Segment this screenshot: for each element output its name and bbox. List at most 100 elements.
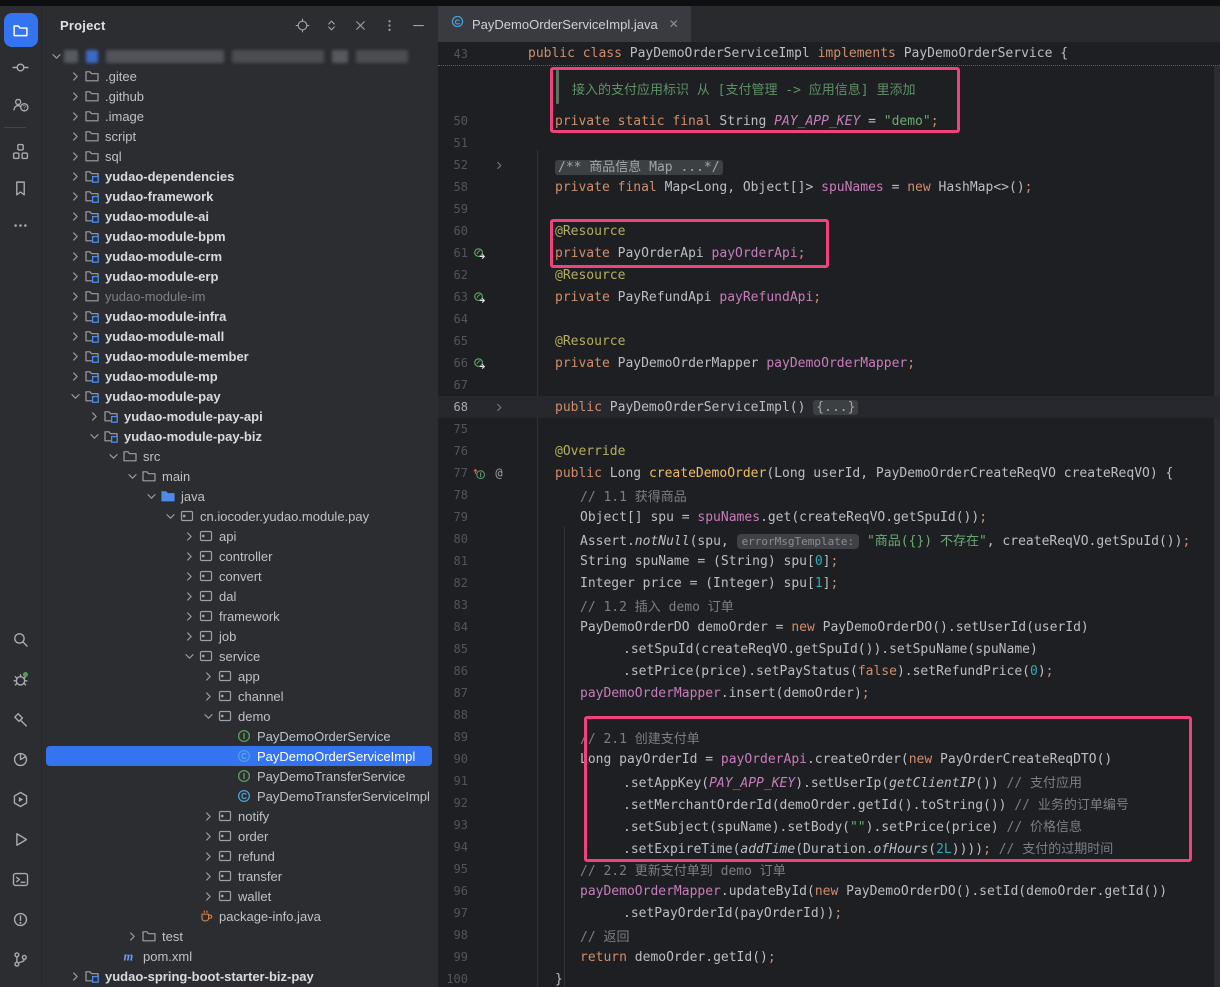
debug-button[interactable] <box>4 662 38 696</box>
tree-item-java[interactable]: java <box>42 486 438 506</box>
tree-item-src[interactable]: src <box>42 446 438 466</box>
chevron-right-icon[interactable] <box>67 188 83 204</box>
tree-item--image[interactable]: .image <box>42 106 438 126</box>
chevron-down-icon[interactable] <box>86 428 102 444</box>
fold-arrow-icon[interactable] <box>490 402 508 413</box>
code-editor[interactable]: 43public class PayDemoOrderServiceImpl i… <box>438 42 1220 987</box>
code-line-92[interactable]: 92.setMerchantOrderId(demoOrder.getId().… <box>438 792 1220 814</box>
commit-button[interactable] <box>4 50 38 84</box>
project-panel-title[interactable]: Project <box>60 18 105 33</box>
chevron-right-icon[interactable] <box>67 148 83 164</box>
chevron-right-icon[interactable] <box>200 688 216 704</box>
chevron-right-icon[interactable] <box>181 608 197 624</box>
close-icon[interactable]: ✕ <box>669 17 679 31</box>
chevron-right-icon[interactable] <box>200 848 216 864</box>
chevron-right-icon[interactable] <box>67 968 83 984</box>
chevron-right-icon[interactable] <box>181 548 197 564</box>
code-line-60[interactable]: 60@Resource <box>438 220 1220 242</box>
chevron-right-icon[interactable] <box>200 808 216 824</box>
tree-item-yudao-module-mall[interactable]: yudao-module-mall <box>42 326 438 346</box>
code-line-52[interactable]: 52/** 商品信息 Map ...*/ <box>438 154 1220 176</box>
chevron-right-icon[interactable] <box>67 248 83 264</box>
tree-item-notify[interactable]: notify <box>42 806 438 826</box>
tree-item-controller[interactable]: controller <box>42 546 438 566</box>
tree-item-transfer[interactable]: transfer <box>42 866 438 886</box>
chevron-right-icon[interactable] <box>67 348 83 364</box>
code-line-95[interactable]: 95// 2.2 更新支付单到 demo 订单 <box>438 858 1220 880</box>
tree-item-paydemotransferserviceimpl[interactable]: CPayDemoTransferServiceImpl <box>42 786 438 806</box>
structure-button[interactable] <box>4 134 38 168</box>
tree-item-yudao-module-mp[interactable]: yudao-module-mp <box>42 366 438 386</box>
chevron-down-icon[interactable] <box>67 388 83 404</box>
chevron-down-icon[interactable] <box>143 488 159 504</box>
tree-item-yudao-module-bpm[interactable]: yudao-module-bpm <box>42 226 438 246</box>
code-line-63[interactable]: 63private PayRefundApi payRefundApi; <box>438 286 1220 308</box>
more-tools-button[interactable] <box>4 208 38 242</box>
bookmarks-button[interactable] <box>4 171 38 205</box>
code-line-66[interactable]: 66private PayDemoOrderMapper payDemoOrde… <box>438 352 1220 374</box>
code-line-94[interactable]: 94.setExpireTime(addTime(Duration.ofHour… <box>438 836 1220 858</box>
tree-item-yudao-module-infra[interactable]: yudao-module-infra <box>42 306 438 326</box>
chevron-down-icon[interactable] <box>124 468 140 484</box>
chevron-right-icon[interactable] <box>67 228 83 244</box>
tree-item-wallet[interactable]: wallet <box>42 886 438 906</box>
code-line-61[interactable]: 61private PayOrderApi payOrderApi; <box>438 242 1220 264</box>
code-line-76[interactable]: 76@Override <box>438 440 1220 462</box>
chevron-right-icon[interactable] <box>67 288 83 304</box>
code-line-91[interactable]: 91.setAppKey(PAY_APP_KEY).setUserIp(getC… <box>438 770 1220 792</box>
tree-item-order[interactable]: order <box>42 826 438 846</box>
tree-item-package-info-java[interactable]: package-info.java <box>42 906 438 926</box>
tree-item-yudao-spring-boot-starter-biz-pay[interactable]: yudao-spring-boot-starter-biz-pay <box>42 966 438 986</box>
code-line-58[interactable]: 58private final Map<Long, Object[]> spuN… <box>438 176 1220 198</box>
code-line-86[interactable]: 86.setPrice(price).setPayStatus(false).s… <box>438 660 1220 682</box>
tree-item-yudao-module-erp[interactable]: yudao-module-erp <box>42 266 438 286</box>
code-line-89[interactable]: 89// 2.1 创建支付单 <box>438 726 1220 748</box>
code-line-67[interactable]: 67 <box>438 374 1220 396</box>
tree-item-pom-xml[interactable]: mpom.xml <box>42 946 438 966</box>
code-line-85[interactable]: 85.setSpuId(createReqVO.getSpuId()).setS… <box>438 638 1220 660</box>
chevron-right-icon[interactable] <box>181 588 197 604</box>
more-vertical-icon[interactable] <box>382 18 397 33</box>
run-button[interactable] <box>4 822 38 856</box>
services-button[interactable] <box>4 782 38 816</box>
tree-item-yudao-module-member[interactable]: yudao-module-member <box>42 346 438 366</box>
chevron-down-icon[interactable] <box>105 448 121 464</box>
code-line-97[interactable]: 97.setPayOrderId(payOrderId)); <box>438 902 1220 924</box>
code-line-83[interactable]: 83// 1.2 插入 demo 订单 <box>438 594 1220 616</box>
tree-item-dal[interactable]: dal <box>42 586 438 606</box>
code-line-87[interactable]: 87payDemoOrderMapper.insert(demoOrder); <box>438 682 1220 704</box>
tree-item-sql[interactable]: sql <box>42 146 438 166</box>
fold-arrow-icon[interactable] <box>490 160 508 171</box>
tree-item-service[interactable]: service <box>42 646 438 666</box>
code-line-64[interactable]: 64 <box>438 308 1220 330</box>
chevron-right-icon[interactable] <box>67 268 83 284</box>
code-line-81[interactable]: 81String spuName = (String) spu[0]; <box>438 550 1220 572</box>
tree-item--github[interactable]: .github <box>42 86 438 106</box>
chevron-right-icon[interactable] <box>67 308 83 324</box>
chevron-right-icon[interactable] <box>67 68 83 84</box>
chevron-right-icon[interactable] <box>86 408 102 424</box>
code-line-77[interactable]: 77I@public Long createDemoOrder(Long use… <box>438 462 1220 484</box>
tree-item-yudao-module-pay-api[interactable]: yudao-module-pay-api <box>42 406 438 426</box>
chevron-right-icon[interactable] <box>67 108 83 124</box>
tree-item-channel[interactable]: channel <box>42 686 438 706</box>
code-line-84[interactable]: 84PayDemoOrderDO demoOrder = new PayDemo… <box>438 616 1220 638</box>
build-button[interactable] <box>4 702 38 736</box>
tree-item-yudao-dependencies[interactable]: yudao-dependencies <box>42 166 438 186</box>
chevron-right-icon[interactable] <box>67 328 83 344</box>
collapse-all-icon[interactable] <box>353 18 368 33</box>
tree-item-cn-iocoder-yudao-module-pay[interactable]: cn.iocoder.yudao.module.pay <box>42 506 438 526</box>
profiler-button[interactable] <box>4 742 38 776</box>
chevron-right-icon[interactable] <box>181 628 197 644</box>
code-line-96[interactable]: 96payDemoOrderMapper.updateById(new PayD… <box>438 880 1220 902</box>
code-line-65[interactable]: 65@Resource <box>438 330 1220 352</box>
tree-item-app[interactable]: app <box>42 666 438 686</box>
tree-item-demo[interactable]: demo <box>42 706 438 726</box>
chevron-right-icon[interactable] <box>200 868 216 884</box>
chevron-right-icon[interactable] <box>67 128 83 144</box>
terminal-button[interactable] <box>4 862 38 896</box>
chevron-right-icon[interactable] <box>67 208 83 224</box>
chevron-right-icon[interactable] <box>67 88 83 104</box>
chevron-down-icon[interactable] <box>162 508 178 524</box>
chevron-right-icon[interactable] <box>67 168 83 184</box>
